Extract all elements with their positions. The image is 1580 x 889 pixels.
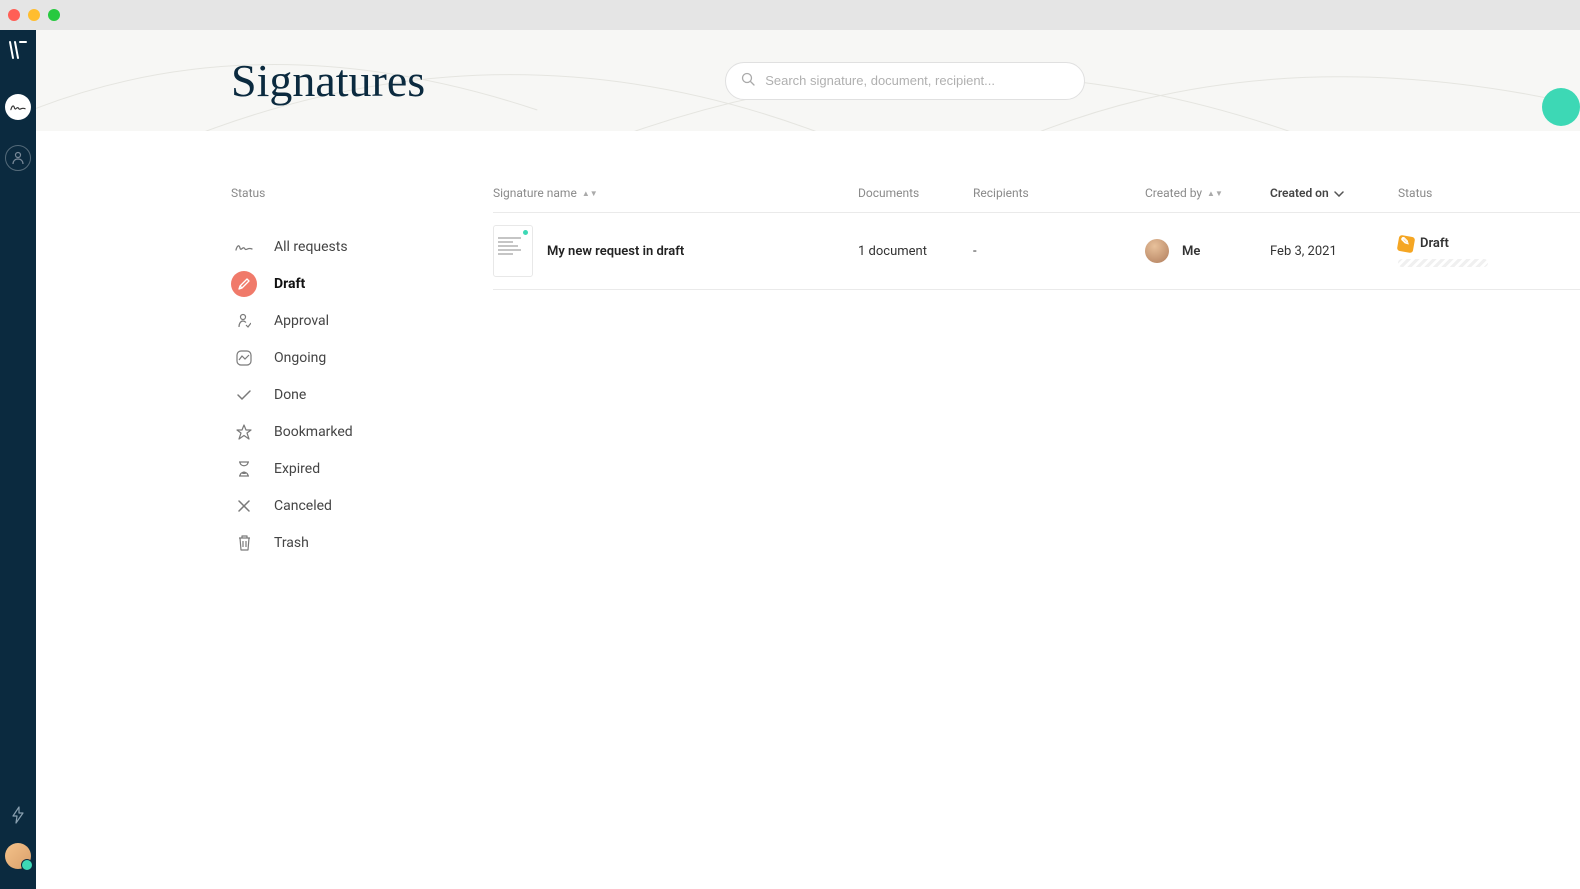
sidebar-item-label: All requests <box>274 239 348 255</box>
status-badge: Draft <box>1398 236 1498 252</box>
sidebar-item-label: Bookmarked <box>274 424 353 440</box>
row-created-by: Me <box>1145 239 1270 263</box>
document-thumbnail-icon <box>493 225 533 277</box>
sidebar-title: Status <box>231 186 456 200</box>
creator-avatar <box>1145 239 1169 263</box>
sort-icon: ▲▼ <box>582 189 598 198</box>
chevron-down-icon <box>1334 186 1344 200</box>
signature-icon <box>231 234 257 260</box>
progress-placeholder <box>1398 259 1488 267</box>
column-header-created-on[interactable]: Created on <box>1270 186 1398 200</box>
sidebar-item-trash[interactable]: Trash <box>231 524 456 561</box>
table-row[interactable]: My new request in draft 1 document - Me … <box>493 213 1580 290</box>
signatures-table: Signature name ▲▼ Documents Recipients C… <box>456 131 1580 889</box>
sidebar-item-done[interactable]: Done <box>231 376 456 413</box>
sort-icon: ▲▼ <box>1207 189 1223 198</box>
column-header-documents[interactable]: Documents <box>858 186 973 200</box>
sidebar-item-label: Approval <box>274 313 329 329</box>
sidebar-item-label: Expired <box>274 461 320 477</box>
column-header-name[interactable]: Signature name ▲▼ <box>493 186 858 200</box>
left-rail <box>0 30 36 889</box>
sidebar-item-label: Done <box>274 387 306 403</box>
row-created-on: Feb 3, 2021 <box>1270 244 1398 259</box>
progress-icon <box>231 345 257 371</box>
minimize-window-button[interactable] <box>28 9 40 21</box>
nav-contacts-icon[interactable] <box>5 145 31 171</box>
column-header-created-by[interactable]: Created by ▲▼ <box>1145 186 1270 200</box>
sidebar-item-draft[interactable]: Draft <box>231 265 456 302</box>
user-avatar[interactable] <box>5 843 31 869</box>
hourglass-icon <box>231 456 257 482</box>
nav-bolt-icon[interactable] <box>11 806 25 828</box>
sidebar-item-label: Ongoing <box>274 350 326 366</box>
sidebar-item-ongoing[interactable]: Ongoing <box>231 339 456 376</box>
sidebar-item-label: Trash <box>274 535 309 551</box>
status-sidebar: Status All requests <box>36 131 456 889</box>
close-icon <box>231 493 257 519</box>
nav-signatures-icon[interactable] <box>5 94 31 120</box>
pencil-icon <box>231 271 257 297</box>
sidebar-item-all-requests[interactable]: All requests <box>231 228 456 265</box>
close-window-button[interactable] <box>8 9 20 21</box>
page-header: Signatures <box>36 30 1580 131</box>
row-recipients: - <box>973 244 1145 259</box>
page-title: Signatures <box>231 54 425 107</box>
star-icon <box>231 419 257 445</box>
app-logo-icon[interactable] <box>8 40 28 64</box>
sidebar-item-canceled[interactable]: Canceled <box>231 487 456 524</box>
search-icon <box>741 71 755 90</box>
window-titlebar <box>0 0 1580 30</box>
column-header-status[interactable]: Status <box>1398 186 1498 200</box>
sidebar-item-bookmarked[interactable]: Bookmarked <box>231 413 456 450</box>
column-header-recipients[interactable]: Recipients <box>973 186 1145 200</box>
maximize-window-button[interactable] <box>48 9 60 21</box>
draft-status-icon <box>1397 234 1416 253</box>
trash-icon <box>231 530 257 556</box>
sidebar-item-expired[interactable]: Expired <box>231 450 456 487</box>
person-approve-icon <box>231 308 257 334</box>
sidebar-item-approval[interactable]: Approval <box>231 302 456 339</box>
search-input[interactable] <box>765 73 1069 88</box>
check-icon <box>231 382 257 408</box>
sidebar-item-label: Canceled <box>274 498 332 514</box>
row-documents: 1 document <box>858 244 973 259</box>
new-request-button[interactable] <box>1542 88 1580 126</box>
search-box[interactable] <box>725 62 1085 100</box>
sidebar-item-label: Draft <box>274 276 305 292</box>
row-signature-name: My new request in draft <box>547 244 684 259</box>
